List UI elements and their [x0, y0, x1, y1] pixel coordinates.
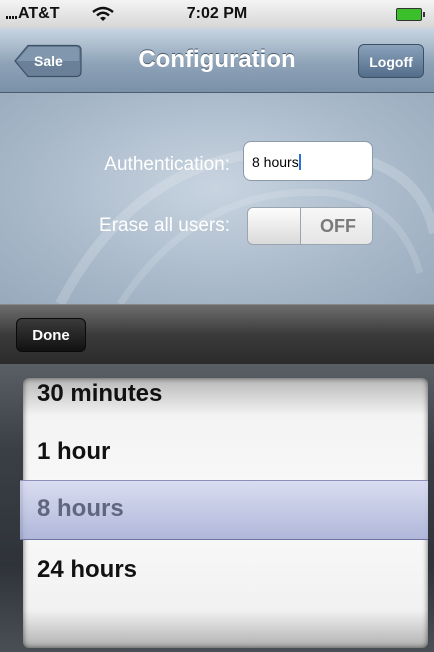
battery-icon — [396, 8, 425, 21]
switch-state-label: OFF — [320, 216, 356, 236]
clock: 7:02 PM — [186, 5, 248, 22]
erase-users-switch[interactable]: OFF — [247, 207, 373, 245]
picker-option[interactable]: 24 hours — [37, 556, 137, 584]
erase-users-label: Erase all users: — [99, 215, 230, 236]
picker-option[interactable]: 30 minutes — [37, 380, 162, 408]
done-button[interactable]: Done — [16, 318, 86, 352]
status-bar: AT&T 7:02 PM — [0, 0, 434, 28]
background-swirl — [55, 145, 434, 304]
navigation-bar: Sale Configuration Logoff — [0, 28, 434, 93]
picker-option[interactable]: 1 hour — [37, 438, 110, 466]
authentication-value: 8 hours — [252, 154, 299, 170]
switch-knob[interactable] — [248, 208, 301, 244]
picker-selected-option: 8 hours — [37, 495, 124, 522]
logoff-button[interactable]: Logoff — [358, 44, 424, 78]
text-cursor — [298, 154, 301, 170]
authentication-field[interactable]: 8 hours — [243, 141, 373, 181]
settings-form: Authentication: 8 hours Erase all users:… — [0, 93, 434, 304]
picker-selection-indicator[interactable]: 8 hours — [20, 480, 428, 540]
picker-toolbar: Done — [0, 304, 434, 365]
authentication-label: Authentication: — [104, 154, 230, 175]
